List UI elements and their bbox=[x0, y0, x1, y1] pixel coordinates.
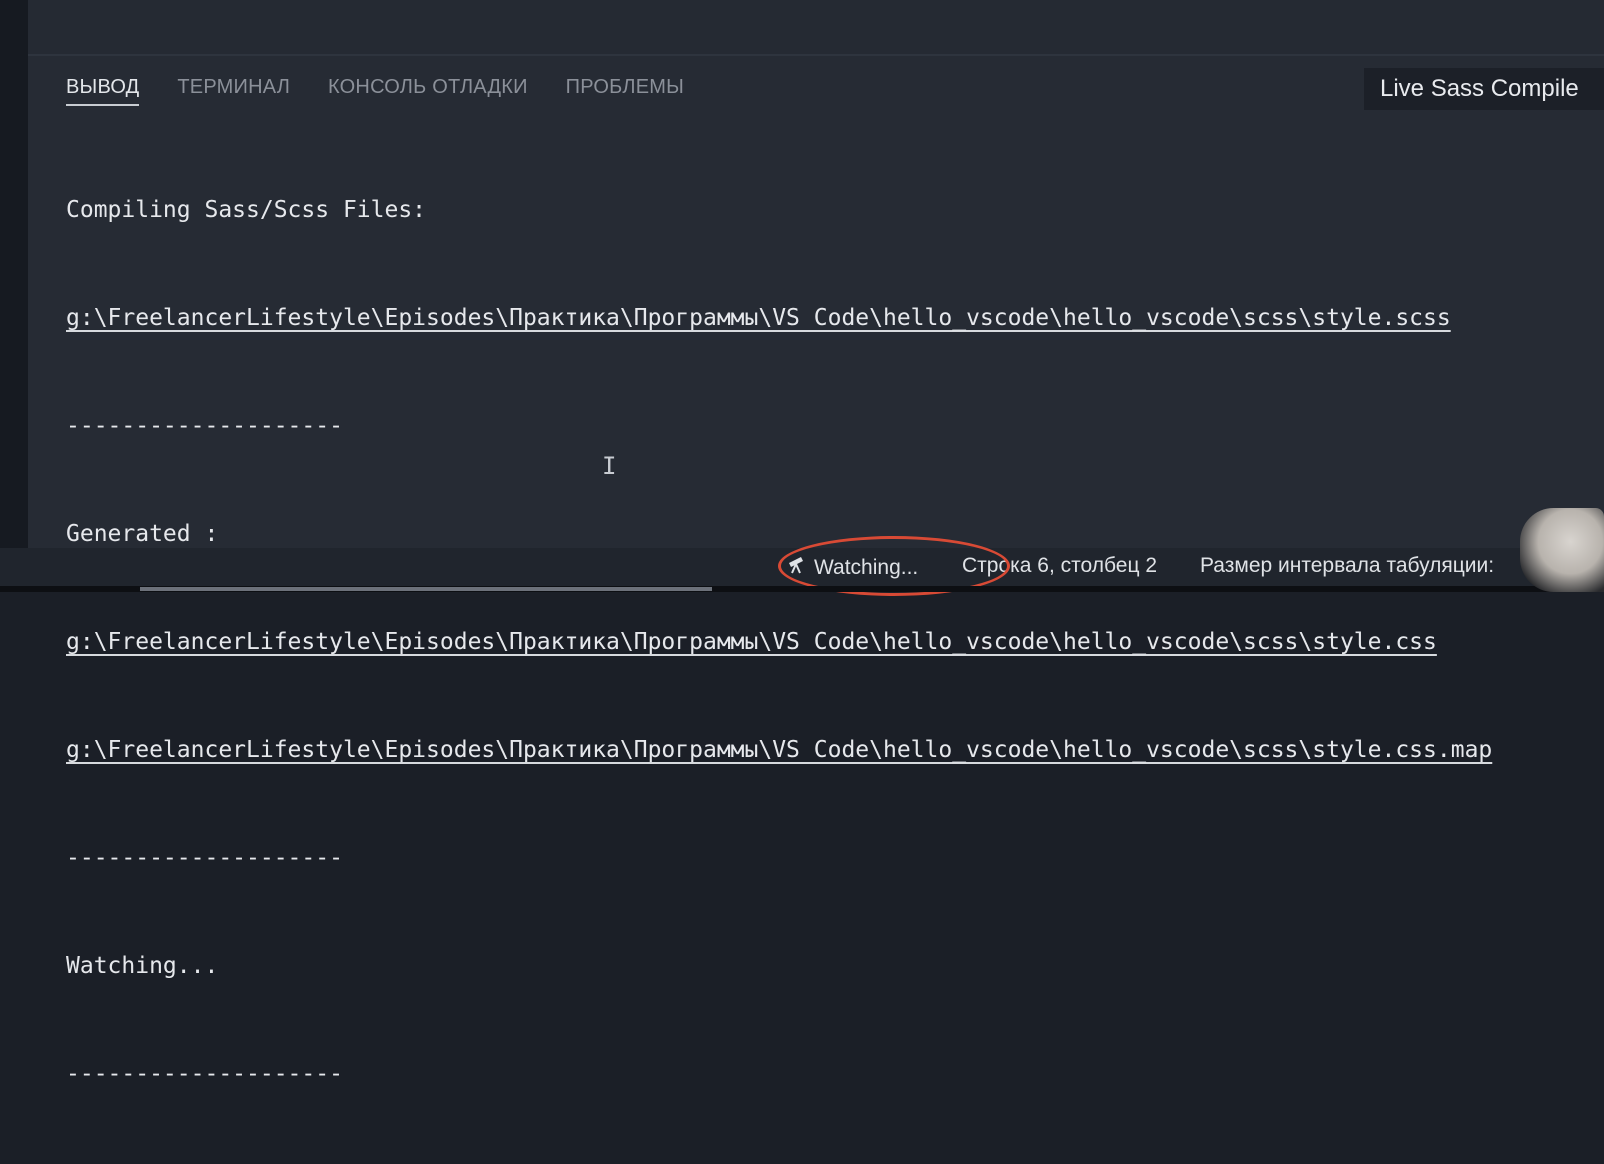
tab-size[interactable]: Размер интервала табуляции: bbox=[1200, 554, 1494, 578]
editor-area bbox=[28, 0, 1604, 56]
log-line: Watching... bbox=[66, 953, 219, 979]
output-log: Compiling Sass/Scss Files: g:\Freelancer… bbox=[66, 120, 1584, 1164]
file-link-map[interactable]: g:\FreelancerLifestyle\Episodes\Практика… bbox=[66, 737, 1492, 763]
log-line: g:\FreelancerLifestyle\Episodes\Практика… bbox=[66, 732, 1584, 768]
file-link-scss[interactable]: g:\FreelancerLifestyle\Episodes\Практика… bbox=[66, 305, 1451, 331]
log-line: g:\FreelancerLifestyle\Episodes\Практика… bbox=[66, 624, 1584, 660]
activity-bar bbox=[0, 0, 28, 548]
tab-debug-console[interactable]: КОНСОЛЬ ОТЛАДКИ bbox=[328, 76, 528, 106]
text-cursor-icon: I bbox=[602, 452, 617, 480]
file-link-css[interactable]: g:\FreelancerLifestyle\Episodes\Практика… bbox=[66, 629, 1437, 655]
output-channel-select[interactable]: Live Sass Compile bbox=[1364, 68, 1604, 110]
output-panel: ВЫВОД ТЕРМИНАЛ КОНСОЛЬ ОТЛАДКИ ПРОБЛЕМЫ … bbox=[28, 56, 1604, 1087]
presenter-hand bbox=[1520, 508, 1604, 592]
panel-tabs: ВЫВОД ТЕРМИНАЛ КОНСОЛЬ ОТЛАДКИ ПРОБЛЕМЫ bbox=[66, 76, 722, 106]
log-separator: -------------------- bbox=[66, 845, 343, 871]
tab-output[interactable]: ВЫВОД bbox=[66, 76, 140, 106]
log-separator: -------------------- bbox=[66, 413, 343, 439]
log-line: g:\FreelancerLifestyle\Episodes\Практика… bbox=[66, 300, 1584, 336]
tab-problems[interactable]: ПРОБЛЕМЫ bbox=[566, 76, 684, 106]
log-separator: -------------------- bbox=[66, 1061, 343, 1087]
scrollbar-thumb[interactable] bbox=[140, 587, 712, 591]
tab-terminal[interactable]: ТЕРМИНАЛ bbox=[177, 76, 290, 106]
log-line: Compiling Sass/Scss Files: bbox=[66, 197, 427, 223]
